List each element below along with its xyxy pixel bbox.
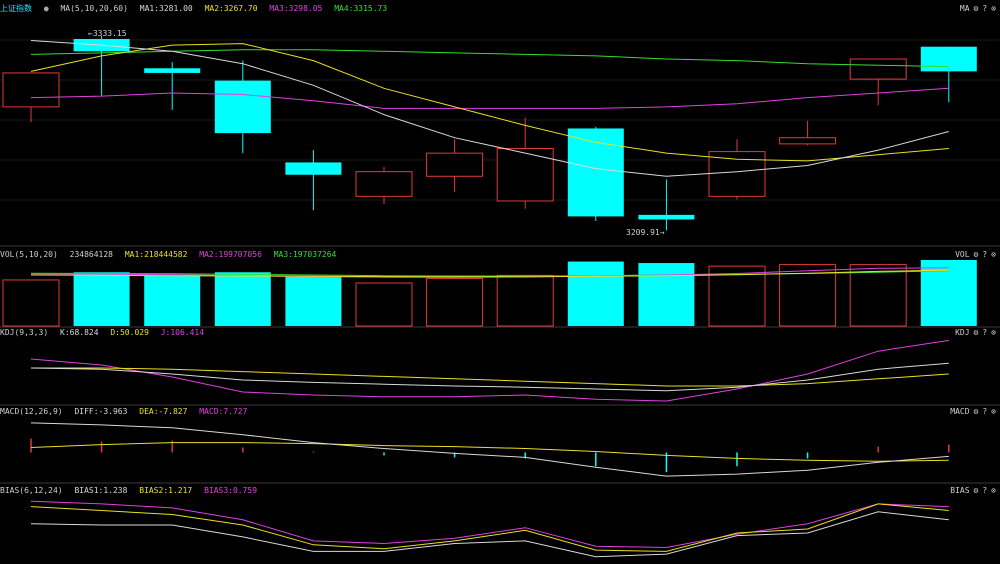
main-header: 上证指数 ● MA(5,10,20,60) MA1:3281.00 MA2:32… [0, 4, 394, 14]
candle-body-up [355, 171, 413, 197]
bias-header: BIAS(6,12,24) BIAS1:1.238 BIAS2:1.217 BI… [0, 486, 264, 496]
macd-tools: MACD ⚙? ⊗ [946, 407, 996, 417]
gear-icon[interactable]: ⚙ [974, 4, 979, 13]
candle-body-down [638, 214, 695, 220]
ma-params-label[interactable]: MA(5,10,20,60) [60, 4, 127, 13]
macd-right-label: MACD [950, 407, 970, 416]
vol-value: 234864128 [69, 250, 113, 259]
vol-ma3-value: MA3:197037264 [273, 250, 337, 259]
ma1-value: MA1:3281.00 [139, 4, 193, 13]
close-icon[interactable]: ⊗ [991, 407, 996, 416]
help-icon[interactable]: ? [982, 407, 987, 416]
vol-tools: VOL ⚙? ⊗ [951, 250, 996, 260]
bias2-value: BIAS2:1.217 [139, 486, 193, 495]
close-icon[interactable]: ⊗ [991, 4, 996, 13]
candle-body-down [285, 162, 342, 175]
candle-body-up [2, 72, 60, 108]
gear-icon[interactable]: ⚙ [974, 328, 979, 337]
kdj-tools: KDJ ⚙? ⊗ [951, 328, 996, 338]
candle-body-up [849, 58, 907, 80]
help-icon[interactable]: ? [982, 4, 987, 13]
macd-diff-line [30, 422, 949, 477]
gear-icon[interactable]: ⚙ [974, 250, 979, 259]
kdj-params-label[interactable]: KDJ(9,3,3) [0, 328, 48, 337]
help-icon[interactable]: ? [982, 486, 987, 495]
main-tools: MA ⚙? ⊗ [956, 4, 996, 14]
close-icon[interactable]: ⊗ [991, 486, 996, 495]
candle-body-down [144, 68, 201, 73]
bias1-value: BIAS1:1.238 [74, 486, 128, 495]
kdj-k-line [30, 362, 949, 392]
stock-chart[interactable] [0, 0, 1000, 564]
kdj-header: KDJ(9,3,3) K:68.824 D:50.029 J:106.414 [0, 328, 211, 338]
ma4-value: MA4:3315.73 [334, 4, 388, 13]
ma2-value: MA2:3267.70 [204, 4, 258, 13]
volume-bar-down [214, 272, 271, 326]
kdj-j-value: J:106.414 [160, 328, 205, 337]
candle-body-up [779, 137, 837, 145]
macd-value: MACD:7.727 [199, 407, 248, 416]
volume-bar-down [920, 260, 977, 326]
candle-body-up [496, 148, 554, 202]
volume-bar-up [2, 279, 60, 327]
kdj-d-value: D:50.029 [110, 328, 149, 337]
macd-dea-line [30, 442, 949, 462]
low-price-value: 3209.91 [626, 228, 660, 237]
candle-body-up [708, 151, 766, 197]
low-price-label: 3209.91→ [626, 228, 665, 237]
high-price-value: 3333.15 [92, 29, 127, 38]
gear-icon[interactable]: ⚙ [974, 407, 979, 416]
macd-diff-value: DIFF:-3.963 [74, 407, 128, 416]
volume-bar-down [285, 276, 342, 326]
ma3-line [30, 87, 949, 109]
vol-right-label: VOL [955, 250, 970, 259]
bias-right-label: BIAS [950, 486, 970, 495]
ma-toggle-icon[interactable]: ● [44, 4, 49, 13]
volume-bar-down [638, 263, 695, 326]
close-icon[interactable]: ⊗ [991, 328, 996, 337]
help-icon[interactable]: ? [982, 250, 987, 259]
kdj-j-line [30, 339, 949, 402]
volume-bar-up [496, 274, 554, 327]
volume-bar-up [355, 282, 413, 327]
high-price-label: ←3333.15 [88, 29, 127, 38]
vol-ma2-value: MA2:199707056 [199, 250, 262, 259]
main-right-label: MA [959, 4, 970, 13]
candle-body-down [920, 46, 977, 72]
gear-icon[interactable]: ⚙ [974, 486, 979, 495]
macd-header: MACD(12,26,9) DIFF:-3.963 DEA:-7.827 MAC… [0, 407, 254, 417]
volume-bar-down [567, 261, 624, 326]
candle-body-up [426, 152, 484, 177]
macd-params-label[interactable]: MACD(12,26,9) [0, 407, 63, 416]
volume-bar-up [426, 277, 484, 327]
kdj-k-value: K:68.824 [60, 328, 99, 337]
bias-tools: BIAS ⚙? ⊗ [946, 486, 996, 496]
volume-bar-up [849, 264, 907, 327]
bias-params-label[interactable]: BIAS(6,12,24) [0, 486, 63, 495]
vol-header: VOL(5,10,20) 234864128 MA1:218444582 MA2… [0, 250, 343, 260]
index-title[interactable]: 上证指数 [0, 4, 32, 13]
kdj-d-line [31, 367, 949, 387]
vol-ma1-value: MA1:218444582 [124, 250, 188, 259]
volume-bar-down [73, 272, 130, 326]
candle-body-down [567, 128, 624, 217]
close-icon[interactable]: ⊗ [991, 250, 996, 259]
ma3-value: MA3:3298.05 [269, 4, 323, 13]
ma4-line [30, 49, 949, 68]
help-icon[interactable]: ? [982, 328, 987, 337]
macd-dea-value: DEA:-7.827 [139, 407, 188, 416]
bias3-line [30, 500, 949, 549]
vol-params-label[interactable]: VOL(5,10,20) [0, 250, 58, 259]
bias2-line [30, 503, 949, 552]
volume-bar-down [144, 275, 201, 326]
candle-body-down [214, 80, 271, 134]
bias1-line [30, 511, 949, 558]
kdj-right-label: KDJ [955, 328, 970, 337]
bias3-value: BIAS3:0.759 [204, 486, 258, 495]
